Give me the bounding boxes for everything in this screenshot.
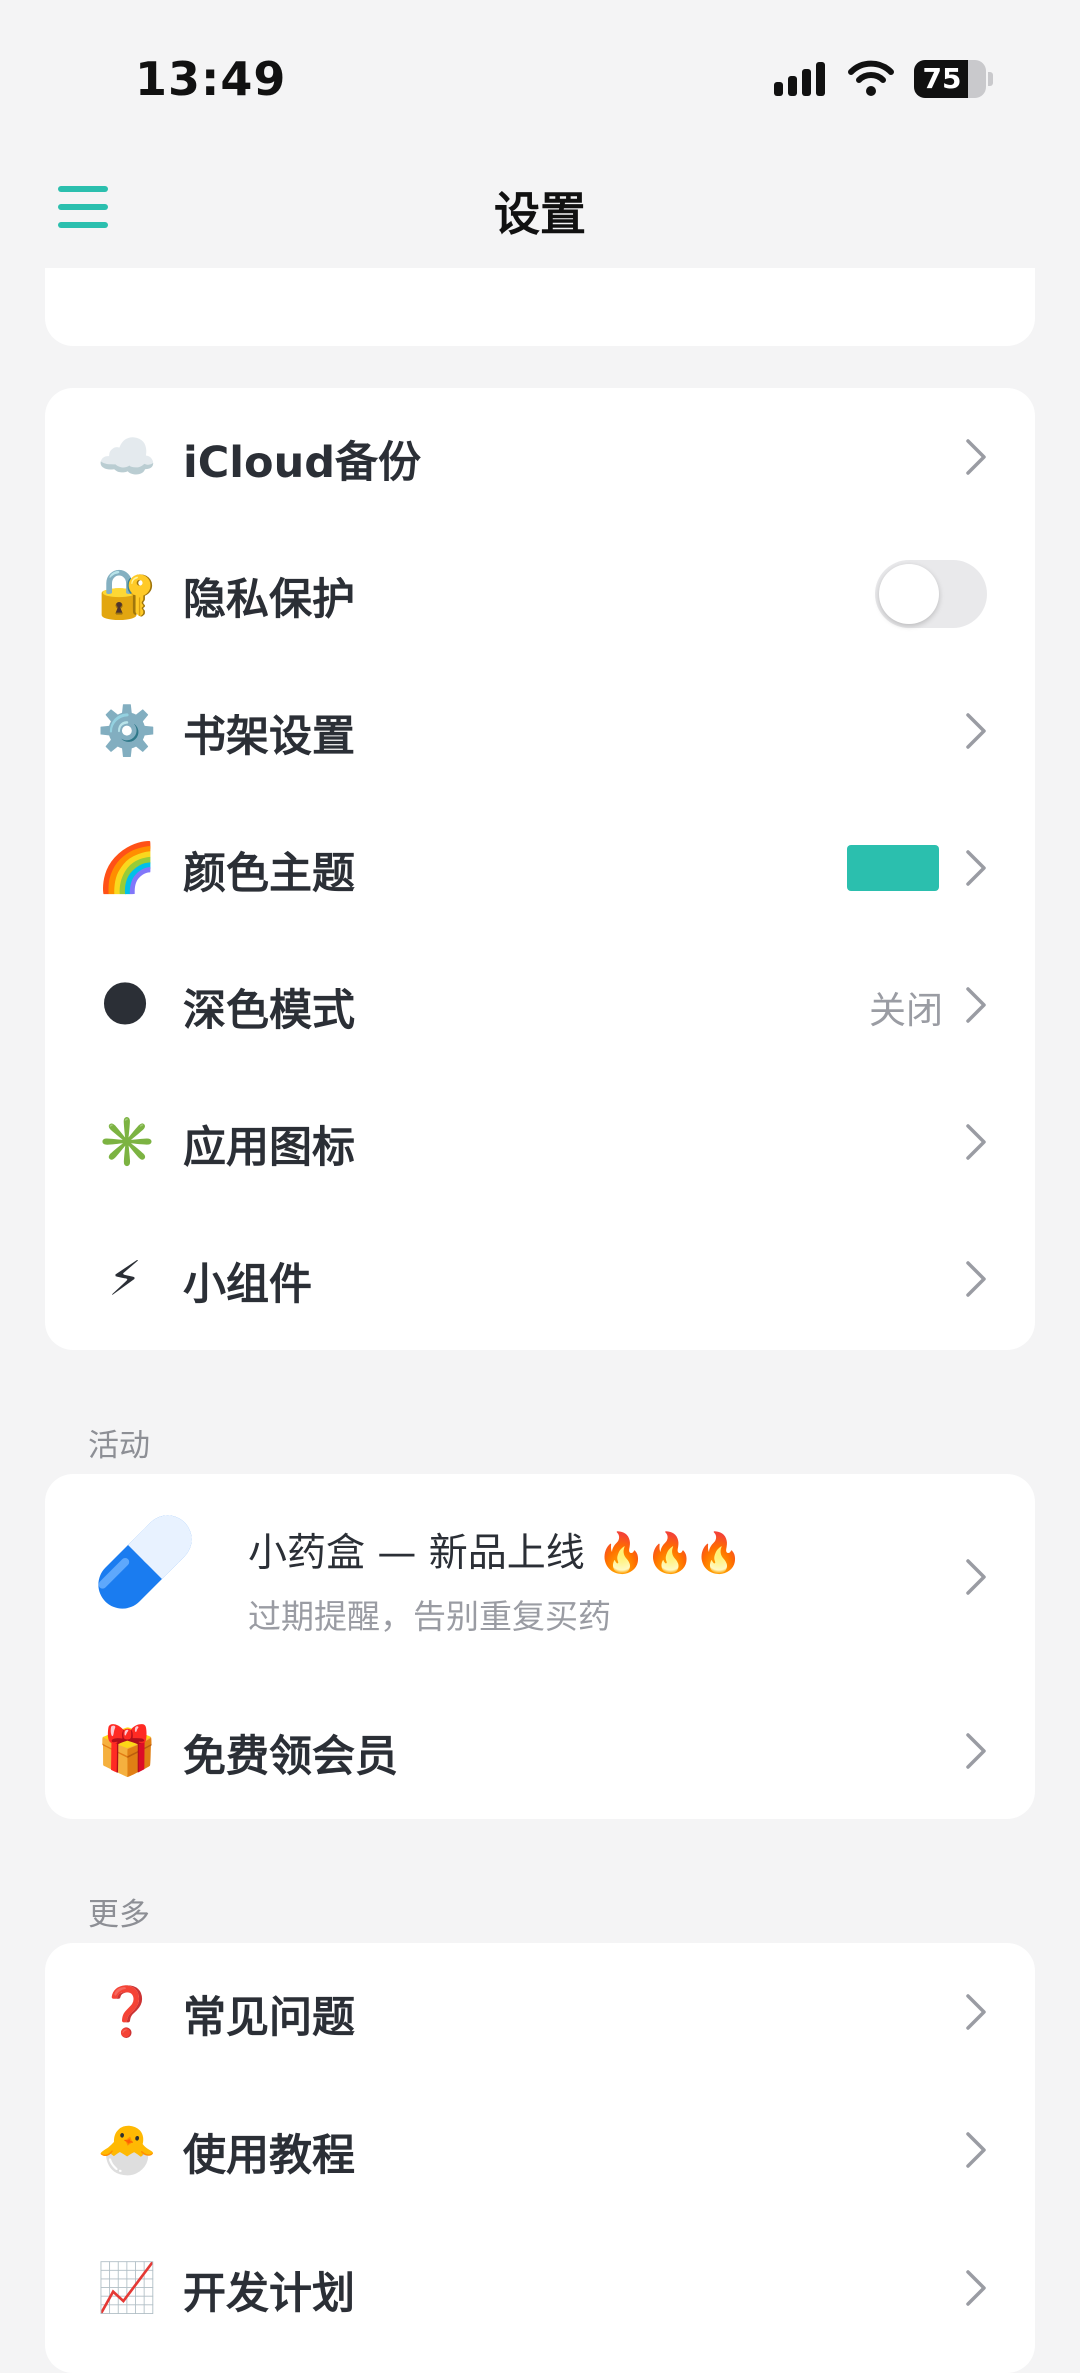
chevron-right-icon [965,1732,987,1770]
hatching-chick-icon: 🐣 [97,2122,157,2178]
battery-cap [988,72,993,86]
row-label: 应用图标 [183,1123,355,1173]
lock-key-icon: 🔐 [97,566,157,622]
settings-row-1[interactable]: 🐣 使用教程 [45,2081,1035,2219]
pill-capsule-icon [98,1515,192,1609]
settings-row-1[interactable]: 🔐 隐私保护 [45,525,1035,663]
settings-row-6[interactable]: ⚡ 小组件 [45,1210,1035,1348]
row-label: 常见问题 [183,1993,355,2043]
new-moon-icon: 🌑 [99,977,151,1033]
chevron-right-icon [966,1559,986,1595]
chevron-right-icon [965,2131,987,2169]
chevron-right-icon [965,712,987,750]
gift-icon: 🎁 [97,1723,157,1779]
chart-increasing-icon: 📈 [97,2260,157,2316]
privacy-toggle[interactable] [875,560,987,628]
chevron-right-icon [965,438,987,476]
promo-subtitle: 过期提醒，告别重复买药 [248,1597,611,1636]
settings-row-0[interactable]: ☁️ iCloud备份 [45,388,1035,526]
question-mark-icon: ❓ [97,1984,157,2040]
asterisk-icon: ✳️ [97,1114,157,1170]
lightning-icon: ⚡ [108,1251,142,1307]
settings-row-2[interactable]: 📈 开发计划 [45,2219,1035,2357]
status-time: 13:49 [135,52,287,106]
wifi-icon [848,60,894,96]
section-header-more: 更多 [88,1897,150,1933]
settings-row-4[interactable]: 🌑 深色模式 关闭 [45,936,1035,1074]
row-value: 关闭 [869,989,943,1032]
settings-row-2[interactable]: ⚙️ 书架设置 [45,662,1035,800]
chevron-right-icon [965,849,987,887]
chevron-right-icon [965,1260,987,1298]
cellular-signal-icon [774,60,832,96]
promo-row-pillbox[interactable]: 小药盒 — 新品上线 🔥🔥🔥 过期提醒，告别重复买药 [45,1474,1035,1682]
section-header-activity: 活动 [88,1428,150,1464]
chevron-right-icon [965,986,987,1024]
settings-row-3[interactable]: 🌈 颜色主题 [45,799,1035,937]
row-label: 书架设置 [183,712,355,762]
status-bar: 13:49 75 [0,0,1080,150]
cloud-icon: ☁️ [97,429,157,485]
chevron-right-icon [965,1993,987,2031]
chevron-right-icon [965,1123,987,1161]
row-label: 开发计划 [183,2269,355,2319]
theme-color-swatch [847,845,939,891]
settings-row-0[interactable]: ❓ 常见问题 [45,1943,1035,2081]
row-label: iCloud备份 [183,438,421,488]
nav-bar: 设置 [0,150,1080,268]
row-label: 隐私保护 [183,575,355,625]
settings-row-0[interactable]: 🎁 免费领会员 [45,1682,1035,1819]
battery-level: 75 [922,62,962,95]
toggle-knob [879,564,939,624]
row-label: 使用教程 [183,2131,355,2181]
page-title: 设置 [494,187,586,241]
more-card: ❓ 常见问题 🐣 使用教程 📈 开发计划 [45,1943,1035,2373]
promo-title: 小药盒 — 新品上线 🔥🔥🔥 [248,1531,743,1576]
settings-card: ☁️ iCloud备份 🔐 隐私保护 ⚙️ 书架设置 🌈 颜色主题 🌑 深色模式 关闭 ✳️ 应用图标 ⚡… [45,388,1035,1350]
battery-icon: 75 [914,60,986,98]
row-label: 免费领会员 [183,1732,398,1782]
settings-row-5[interactable]: ✳️ 应用图标 [45,1073,1035,1211]
row-label: 小组件 [183,1260,312,1310]
gear-icon: ⚙️ [97,703,157,759]
chevron-right-icon [965,2269,987,2307]
rainbow-icon: 🌈 [97,840,157,896]
row-label: 深色模式 [183,986,355,1036]
row-label: 颜色主题 [183,849,355,899]
activity-card: 小药盒 — 新品上线 🔥🔥🔥 过期提醒，告别重复买药 🎁 免费领会员 [45,1474,1035,1819]
